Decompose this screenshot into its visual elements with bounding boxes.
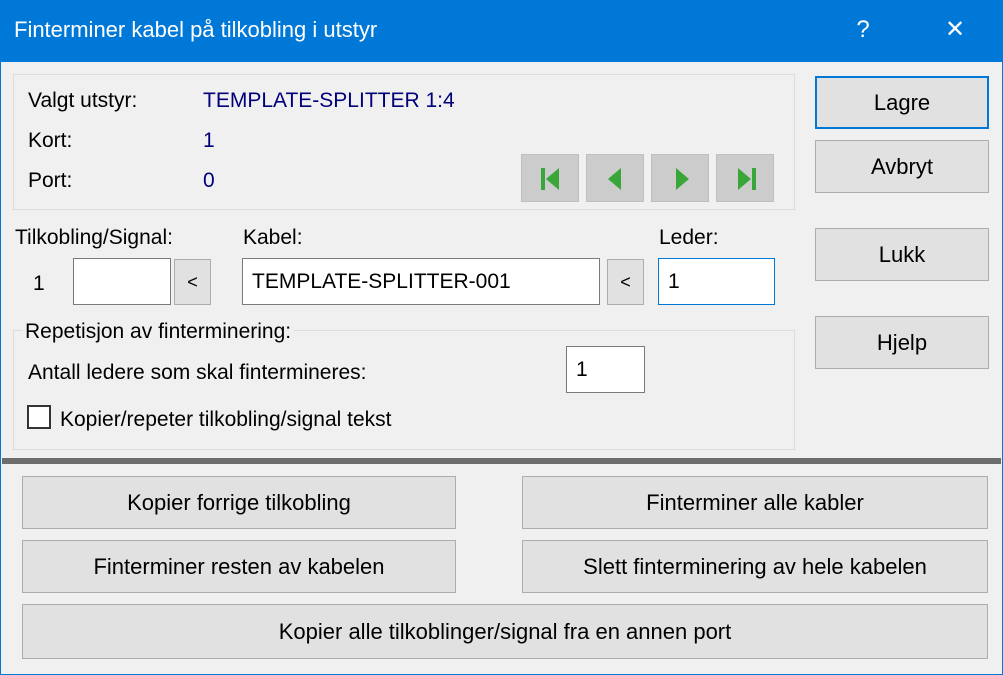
repetition-group	[13, 330, 795, 450]
first-icon	[541, 168, 559, 190]
count-label: Antall ledere som skal fintermineres:	[28, 361, 367, 384]
save-button[interactable]: Lagre	[815, 76, 989, 129]
title-bar: Finterminer kabel på tilkobling i utstyr…	[0, 0, 1003, 62]
previous-icon	[608, 168, 621, 190]
terminate-all-button[interactable]: Finterminer alle kabler	[522, 476, 988, 529]
conductor-input[interactable]: 1	[658, 258, 775, 305]
terminate-rest-button[interactable]: Finterminer resten av kabelen	[22, 540, 456, 593]
cable-input[interactable]: TEMPLATE-SPLITTER-001	[242, 258, 600, 305]
connection-index: 1	[33, 272, 45, 295]
help-icon[interactable]: ?	[840, 10, 886, 50]
repetition-group-label: Repetisjon av finterminering:	[22, 320, 295, 344]
equipment-label: Valgt utstyr:	[28, 89, 138, 112]
last-icon	[738, 168, 756, 190]
copy-text-checkbox[interactable]	[27, 405, 51, 429]
copy-previous-button[interactable]: Kopier forrige tilkobling	[22, 476, 456, 529]
cable-pick-button[interactable]: <	[607, 259, 644, 305]
conductor-label: Leder:	[659, 226, 719, 249]
card-value: 1	[203, 129, 215, 152]
connection-input[interactable]	[73, 258, 171, 305]
first-button[interactable]	[521, 154, 579, 202]
close-icon[interactable]: ✕	[932, 10, 978, 50]
next-icon	[676, 168, 689, 190]
connection-label: Tilkobling/Signal:	[15, 226, 173, 249]
count-input[interactable]: 1	[566, 346, 645, 393]
copy-from-port-button[interactable]: Kopier alle tilkoblinger/signal fra en a…	[22, 604, 988, 659]
previous-button[interactable]	[586, 154, 644, 202]
close-button[interactable]: Lukk	[815, 228, 989, 281]
cable-label: Kabel:	[243, 226, 303, 249]
last-button[interactable]	[716, 154, 774, 202]
equipment-value: TEMPLATE-SPLITTER 1:4	[203, 89, 455, 112]
port-label: Port:	[28, 169, 73, 192]
next-button[interactable]	[651, 154, 709, 202]
section-divider	[2, 458, 1001, 464]
help-button[interactable]: Hjelp	[815, 316, 989, 369]
card-label: Kort:	[28, 129, 73, 152]
port-value: 0	[203, 169, 215, 192]
copy-text-label: Kopier/repeter tilkobling/signal tekst	[60, 408, 392, 431]
cancel-button[interactable]: Avbryt	[815, 140, 989, 193]
connection-pick-button[interactable]: <	[174, 259, 211, 305]
window-title: Finterminer kabel på tilkobling i utstyr	[14, 17, 378, 42]
delete-all-button[interactable]: Slett finterminering av hele kabelen	[522, 540, 988, 593]
